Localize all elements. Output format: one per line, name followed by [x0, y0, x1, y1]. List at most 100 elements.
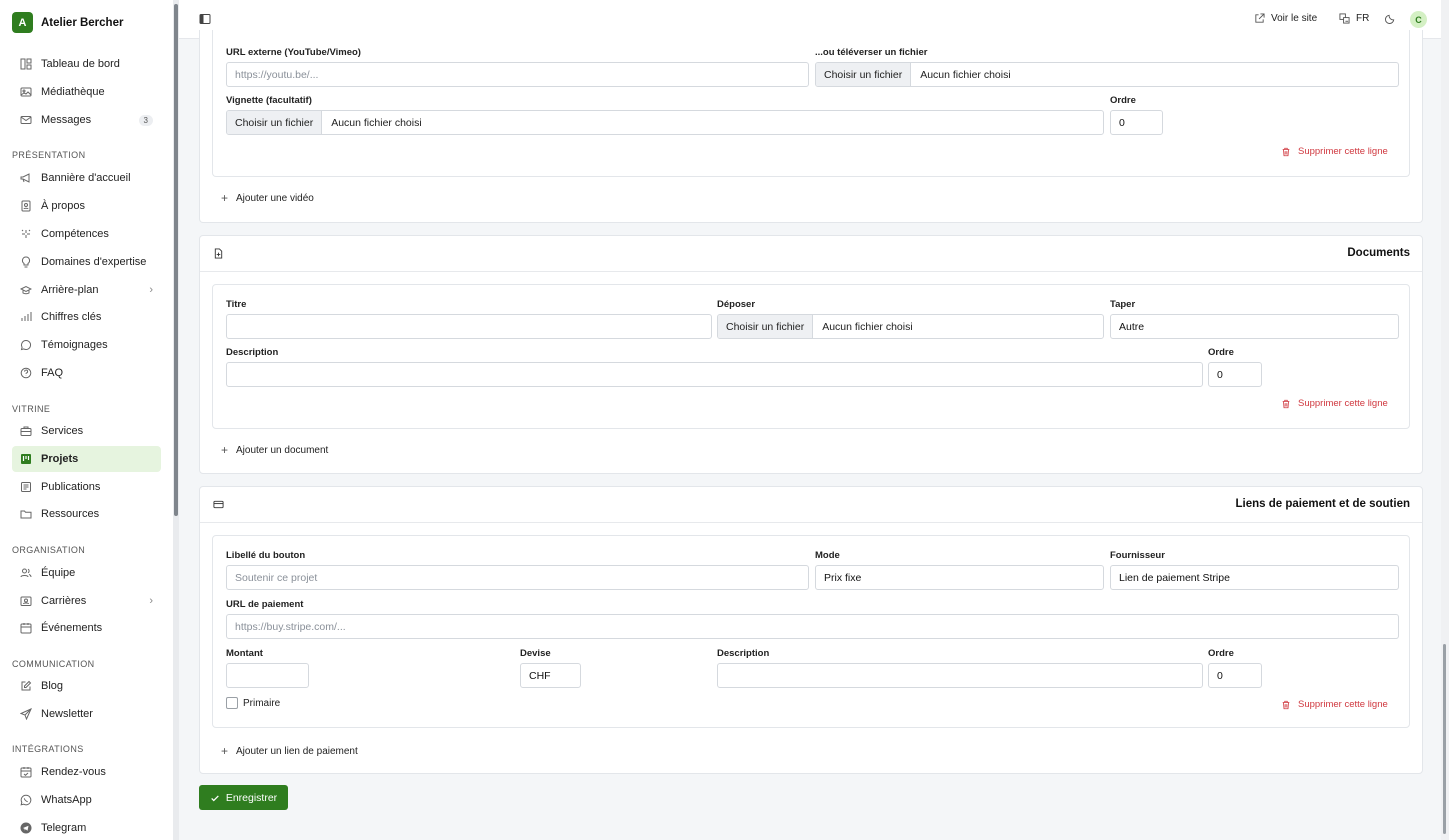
- sidebar-item-banner[interactable]: Bannière d'accueil: [12, 165, 161, 191]
- sidebar-item-publications[interactable]: Publications: [12, 474, 161, 500]
- lightbulb-icon: [20, 256, 32, 268]
- brand[interactable]: A Atelier Bercher: [12, 12, 123, 33]
- payments-card: Liens de paiement et de soutien Libellé …: [199, 486, 1423, 774]
- sidebar-item-expertise[interactable]: Domaines d'expertise: [12, 249, 161, 275]
- videos-card: URL externe (YouTube/Vimeo) https://yout…: [199, 30, 1423, 223]
- telegram-icon: [20, 822, 32, 834]
- sidebar-item-services[interactable]: Services: [12, 418, 161, 444]
- mail-icon: [20, 114, 32, 126]
- sidebar-item-telegram[interactable]: Telegram: [12, 815, 161, 840]
- sidebar-item-resources[interactable]: Ressources: [12, 501, 161, 527]
- payments-title: Liens de paiement et de soutien: [1235, 498, 1410, 510]
- amount-input[interactable]: [226, 663, 309, 688]
- checkbox-box[interactable]: [226, 697, 238, 709]
- sidebar-item-appointments[interactable]: Rendez-vous: [12, 759, 161, 785]
- sidebar-item-team[interactable]: Équipe: [12, 560, 161, 586]
- sidebar-item-events[interactable]: Événements: [12, 615, 161, 641]
- sidebar-item-label: Bannière d'accueil: [41, 172, 131, 184]
- mode-select[interactable]: Prix fixe: [815, 565, 1104, 590]
- briefcase-icon: [20, 425, 32, 437]
- order-input[interactable]: 0: [1110, 110, 1163, 135]
- language-icon: [1339, 13, 1350, 24]
- message-circle-icon: [20, 339, 32, 351]
- delete-row-button[interactable]: Supprimer cette ligne: [1281, 398, 1388, 409]
- documents-title: Documents: [1347, 247, 1410, 259]
- sidebar-item-testimonials[interactable]: Témoignages: [12, 332, 161, 358]
- external-url-input[interactable]: https://youtu.be/...: [226, 62, 809, 87]
- file-name: Aucun fichier choisi: [920, 68, 1011, 81]
- add-video-button[interactable]: + Ajouter une vidéo: [221, 191, 314, 205]
- payment-url-input[interactable]: https://buy.stripe.com/...: [226, 614, 1399, 639]
- sidebar-item-label: Ressources: [41, 508, 100, 520]
- sidebar-item-label: Blog: [41, 680, 64, 692]
- image-icon: [20, 86, 32, 98]
- scrollbar-thumb[interactable]: [1443, 644, 1446, 834]
- delete-row-button[interactable]: Supprimer cette ligne: [1281, 699, 1388, 710]
- sidebar-item-messages[interactable]: Messages 3: [12, 107, 161, 133]
- external-url-label: URL externe (YouTube/Vimeo): [226, 47, 361, 58]
- sidebar-item-label: Domaines d'expertise: [41, 256, 147, 268]
- add-document-button[interactable]: + Ajouter un document: [221, 443, 328, 457]
- doc-description-input[interactable]: [226, 362, 1203, 387]
- chevron-right-icon: ›: [149, 284, 153, 296]
- sidebar-scrollbar[interactable]: [173, 0, 179, 840]
- sidebar-item-projects[interactable]: Projets: [12, 446, 161, 472]
- check-icon: [211, 794, 219, 801]
- add-payment-link-button[interactable]: + Ajouter un lien de paiement: [221, 744, 358, 758]
- sidebar-toggle-icon[interactable]: [199, 13, 211, 25]
- folder-icon: [20, 508, 32, 520]
- sidebar-item-careers[interactable]: Carrières ›: [12, 588, 161, 614]
- language-switcher[interactable]: FR: [1339, 13, 1369, 24]
- doc-title-input[interactable]: [226, 314, 712, 339]
- sidebar-item-label: Newsletter: [41, 708, 93, 720]
- sidebar-item-key-figures[interactable]: Chiffres clés: [12, 304, 161, 330]
- sidebar-item-label: Tableau de bord: [41, 58, 120, 70]
- payments-header: Liens de paiement et de soutien: [200, 487, 1422, 523]
- thumbnail-file-input[interactable]: Choisir un fichier Aucun fichier choisi: [226, 110, 1104, 135]
- whatsapp-icon: [20, 794, 32, 806]
- id-badge-icon: [20, 595, 32, 607]
- button-label-input[interactable]: Soutenir ce projet: [226, 565, 809, 590]
- primary-checkbox[interactable]: Primaire: [226, 697, 280, 709]
- sidebar-item-about[interactable]: À propos: [12, 193, 161, 219]
- provider-label: Fournisseur: [1110, 550, 1165, 561]
- delete-row-button[interactable]: Supprimer cette ligne: [1281, 146, 1388, 157]
- sidebar-item-label: Témoignages: [41, 339, 108, 351]
- main-scrollbar[interactable]: [1441, 0, 1449, 840]
- sidebar-item-skills[interactable]: Compétences: [12, 221, 161, 247]
- theme-toggle[interactable]: [1385, 13, 1402, 24]
- sidebar-item-dashboard[interactable]: Tableau de bord: [12, 51, 161, 77]
- choose-file-button[interactable]: Choisir un fichier: [718, 315, 814, 338]
- doc-title-label: Titre: [226, 299, 247, 310]
- choose-file-button[interactable]: Choisir un fichier: [816, 63, 912, 86]
- sidebar-item-whatsapp[interactable]: WhatsApp: [12, 787, 161, 813]
- view-site-link[interactable]: Voir le site: [1254, 13, 1317, 24]
- sidebar-item-label: Services: [41, 425, 84, 437]
- save-button[interactable]: Enregistrer: [199, 785, 288, 810]
- payment-description-input[interactable]: [717, 663, 1203, 688]
- choose-file-button[interactable]: Choisir un fichier: [227, 111, 323, 134]
- order-input[interactable]: 0: [1208, 663, 1262, 688]
- currency-input[interactable]: CHF: [520, 663, 581, 688]
- order-label: Ordre: [1208, 648, 1234, 659]
- scrollbar-thumb[interactable]: [174, 4, 178, 516]
- trash-icon: [1282, 399, 1290, 408]
- help-circle-icon: [20, 367, 32, 379]
- moon-icon: [1385, 14, 1395, 24]
- doc-file-input[interactable]: Choisir un fichier Aucun fichier choisi: [717, 314, 1104, 339]
- sidebar-item-newsletter[interactable]: Newsletter: [12, 701, 161, 727]
- sidebar-item-label: Chiffres clés: [41, 311, 102, 323]
- sidebar-item-label: Telegram: [41, 822, 87, 834]
- sidebar-item-background[interactable]: Arrière-plan ›: [12, 277, 161, 303]
- avatar[interactable]: C: [1410, 11, 1427, 28]
- order-input[interactable]: 0: [1208, 362, 1262, 387]
- payment-url-label: URL de paiement: [226, 599, 304, 610]
- provider-select[interactable]: Lien de paiement Stripe: [1110, 565, 1399, 590]
- video-file-input[interactable]: Choisir un fichier Aucun fichier choisi: [815, 62, 1399, 87]
- delete-row-label: Supprimer cette ligne: [1298, 398, 1388, 409]
- sidebar-item-media[interactable]: Médiathèque: [12, 79, 161, 105]
- sidebar-item-blog[interactable]: Blog: [12, 673, 161, 699]
- type-select[interactable]: Autre: [1110, 314, 1399, 339]
- sidebar-item-faq[interactable]: FAQ: [12, 360, 161, 386]
- calendar-check-icon: [20, 766, 32, 778]
